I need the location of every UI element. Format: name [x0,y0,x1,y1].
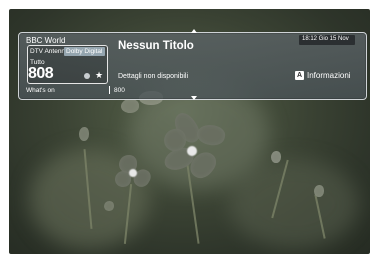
whats-on-label[interactable]: What's on [26,87,55,94]
datetime-text: 18:12 Gio 15 Nov [302,36,349,42]
source-label: DTV Antenna [30,48,69,55]
up-arrow-icon[interactable] [191,29,197,33]
circle-icon [84,73,90,79]
program-title: Nessun Titolo [118,40,194,52]
down-arrow-icon[interactable] [191,96,197,100]
star-icon: ★ [95,70,104,80]
a-button-key[interactable]: A [295,71,304,80]
program-number: 800 [114,87,125,94]
dolby-digital-badge: Dolby Digital [64,47,105,56]
channel-name: BBC World [26,36,66,45]
channel-number: 808 [28,65,54,82]
informazioni-label[interactable]: Informazioni [307,71,351,80]
program-details: Dettagli non disponibili [118,73,189,80]
datetime-display: 18:12 Gio 15 Nov [299,35,355,45]
divider [109,86,110,94]
